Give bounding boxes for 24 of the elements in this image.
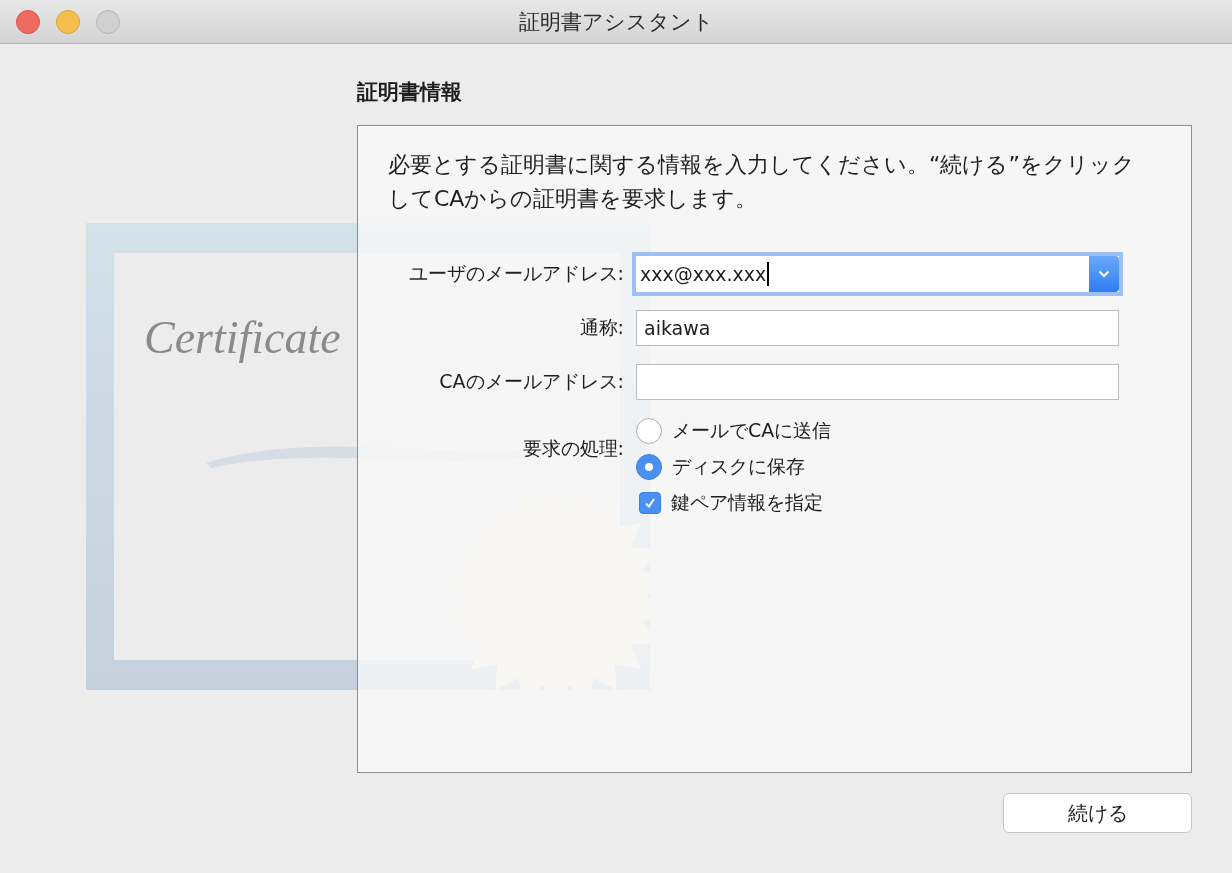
text-field[interactable]: aikawa — [636, 310, 1119, 346]
radio-option[interactable]: メールでCAに送信 — [636, 418, 1119, 444]
email-combo-box[interactable]: xxx@xxx.xxx — [632, 252, 1123, 296]
checkbox[interactable] — [639, 492, 661, 514]
text-field[interactable] — [636, 364, 1119, 400]
radio-option[interactable]: ディスクに保存 — [636, 454, 1119, 480]
field-label: ユーザのメールアドレス: — [407, 261, 624, 286]
key-pair-checkbox[interactable]: 鍵ペア情報を指定 — [636, 490, 1119, 516]
minimize-button[interactable] — [56, 9, 80, 34]
checkmark-icon — [643, 496, 657, 510]
zoom-button[interactable] — [96, 9, 120, 34]
field-label: 要求の処理: — [521, 436, 624, 461]
radio-button[interactable] — [636, 418, 662, 444]
dropdown-button[interactable] — [1089, 256, 1119, 292]
field-label: 通称: — [578, 315, 624, 340]
certificate-script-text: Certificate — [144, 312, 341, 363]
close-button[interactable] — [16, 9, 40, 34]
window-title: 証明書アシスタント — [518, 8, 714, 36]
radio-button[interactable] — [636, 454, 662, 480]
chevron-down-icon — [1098, 270, 1110, 278]
instructions-text: 必要とする証明書に関する情報を入力してください。“続ける”をクリックしてCAからの証明書を要求します。 — [388, 151, 1136, 213]
continue-button[interactable]: 続ける — [1003, 793, 1192, 833]
field-label: CAのメールアドレス: — [438, 369, 624, 394]
section-title: 証明書情報 — [357, 79, 463, 106]
